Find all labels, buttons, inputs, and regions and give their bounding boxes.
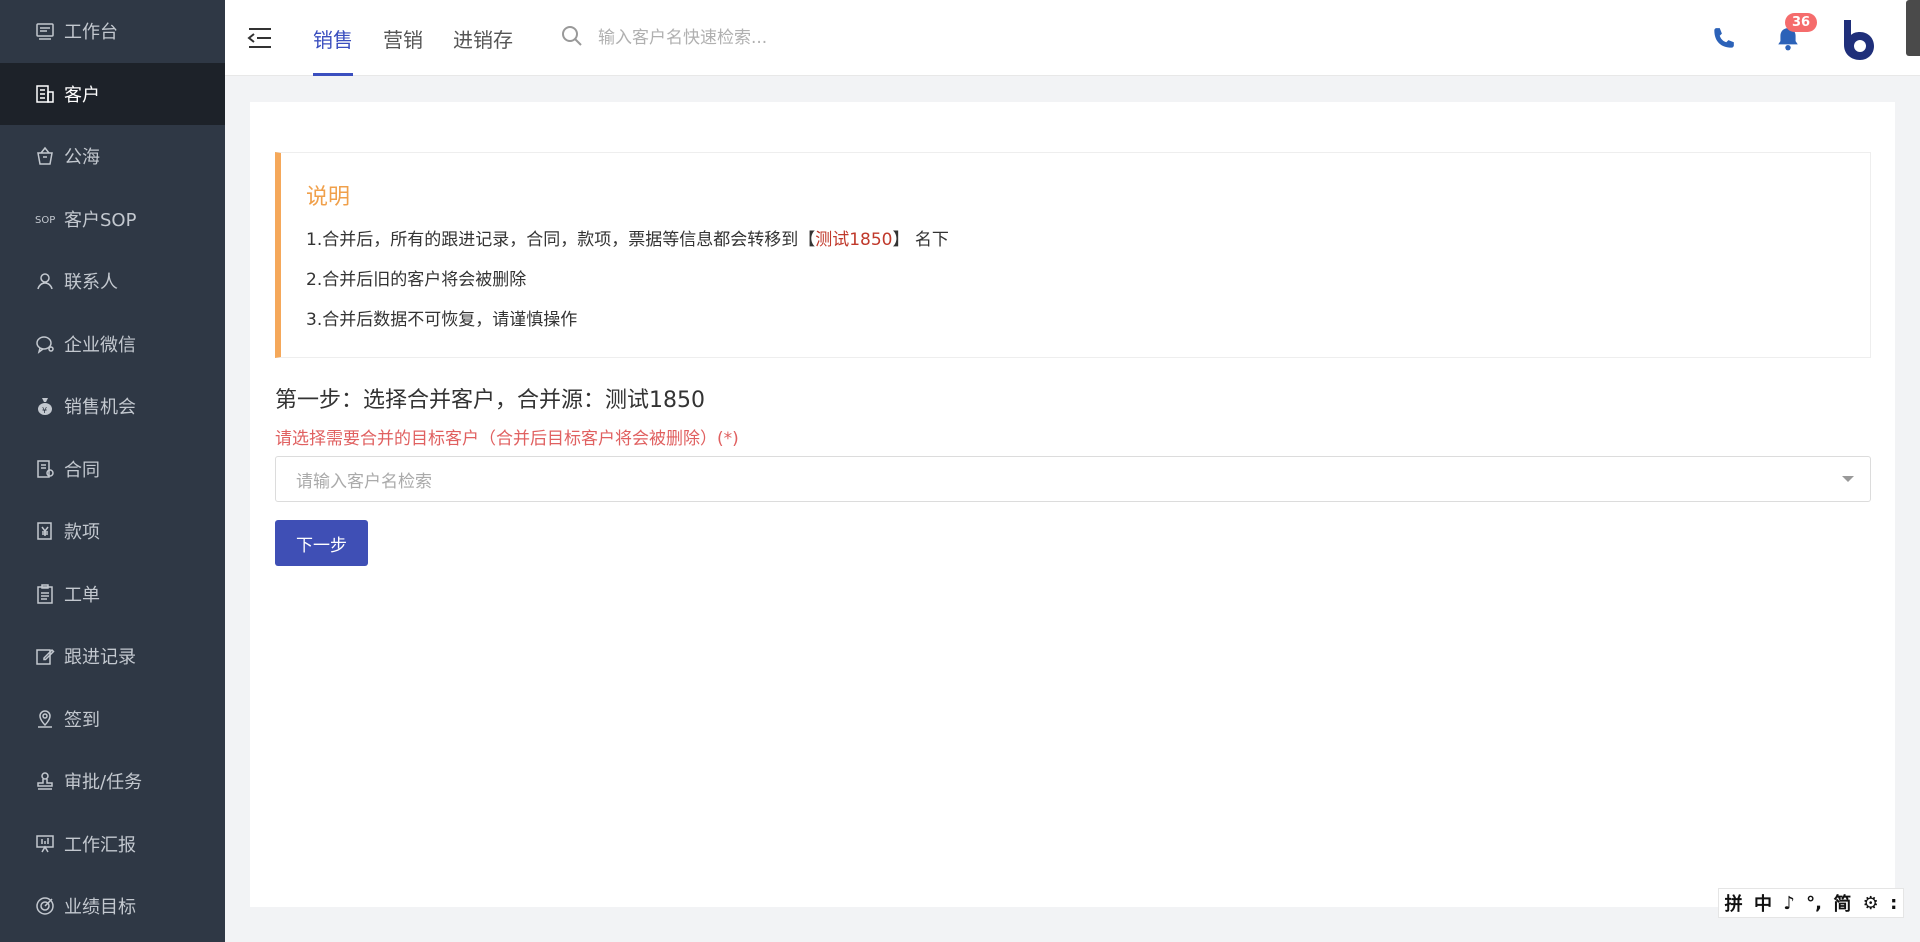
sidebar-item-customer-sop[interactable]: SOP 客户SOP bbox=[0, 188, 225, 251]
sidebar-item-contract[interactable]: 合同 bbox=[0, 438, 225, 501]
sidebar-item-label: 款项 bbox=[64, 522, 100, 544]
sidebar-item-public-pool[interactable]: 公海 bbox=[0, 125, 225, 188]
notice-line-1: 1.合并后，所有的跟进记录，合同，款项，票据等信息都会转移到【测试1850】 名… bbox=[306, 225, 949, 250]
sidebar-item-label: 工作台 bbox=[64, 22, 118, 44]
sidebar-item-check-in[interactable]: 签到 bbox=[0, 688, 225, 751]
chat-icon bbox=[34, 333, 56, 355]
ime-punctuation-icon[interactable]: °, bbox=[1806, 893, 1822, 914]
notice-line-2: 2.合并后旧的客户将会被删除 bbox=[306, 270, 527, 290]
search-input[interactable] bbox=[598, 28, 898, 48]
tab-marketing[interactable]: 营销 bbox=[383, 0, 423, 76]
notice-line-1-text: 1.合并后，所有的跟进记录，合同，款项，票据等信息都会转移到【 bbox=[306, 230, 816, 250]
merge-customer-card: 说明 1.合并后，所有的跟进记录，合同，款项，票据等信息都会转移到【测试1850… bbox=[250, 102, 1895, 907]
sidebar-item-label: 工单 bbox=[64, 584, 100, 606]
tab-sales[interactable]: 销售 bbox=[313, 0, 353, 76]
presentation-icon bbox=[34, 833, 56, 855]
top-bar: 销售 营销 进销存 36 bbox=[225, 0, 1920, 76]
sidebar-item-sales-opportunity[interactable]: ¥ 销售机会 bbox=[0, 375, 225, 438]
sidebar-item-wecom[interactable]: 企业微信 bbox=[0, 313, 225, 376]
sidebar-item-payments[interactable]: 款项 bbox=[0, 500, 225, 563]
edit-icon bbox=[34, 645, 56, 667]
sidebar-item-label: 联系人 bbox=[64, 272, 118, 294]
select-placeholder: 请输入客户名检索 bbox=[296, 471, 432, 492]
caret-down-icon bbox=[1842, 476, 1854, 482]
sidebar-item-label: 签到 bbox=[64, 709, 100, 731]
sidebar-item-follow-up[interactable]: 跟进记录 bbox=[0, 625, 225, 688]
sidebar-item-label: 客户 bbox=[64, 84, 100, 106]
sidebar-item-label: 客户SOP bbox=[64, 209, 137, 231]
sidebar-item-label: 工作汇报 bbox=[64, 834, 136, 856]
clipboard-icon bbox=[34, 583, 56, 605]
window-edge bbox=[1906, 0, 1920, 56]
payment-icon bbox=[34, 520, 56, 542]
tab-inventory[interactable]: 进销存 bbox=[453, 0, 513, 76]
sidebar-item-work-order[interactable]: 工单 bbox=[0, 563, 225, 626]
ime-chinese-mode[interactable]: 中 bbox=[1754, 890, 1772, 916]
sidebar-item-customer[interactable]: 客户 bbox=[0, 62, 225, 125]
notification-badge: 36 bbox=[1785, 13, 1818, 32]
sop-icon: SOP bbox=[34, 208, 56, 230]
target-icon bbox=[34, 895, 56, 917]
menu-collapse-icon[interactable] bbox=[247, 26, 273, 50]
notice-box: 说明 1.合并后，所有的跟进记录，合同，款项，票据等信息都会转移到【测试1850… bbox=[275, 152, 1871, 358]
ime-simplified-mode[interactable]: 简 bbox=[1833, 890, 1851, 916]
notice-line-1-suffix: 】 名下 bbox=[892, 230, 949, 250]
notice-title: 说明 bbox=[306, 185, 351, 210]
svg-text:SOP: SOP bbox=[35, 215, 55, 226]
ime-toolbar: 拼 中 ♪ °, 简 ⚙ : bbox=[1718, 888, 1904, 918]
sidebar: 工作台 客户 公海 SOP 客户SOP 联系人 企业微信 ¥ 销售机会 合同 款… bbox=[0, 0, 225, 942]
ime-moon-icon[interactable]: ♪ bbox=[1783, 893, 1795, 914]
sidebar-item-label: 业绩目标 bbox=[64, 897, 136, 919]
sidebar-item-label: 合同 bbox=[64, 459, 100, 481]
ime-settings-icon[interactable]: ⚙ bbox=[1863, 893, 1879, 914]
basket-icon bbox=[34, 145, 56, 167]
target-customer-select[interactable]: 请输入客户名检索 bbox=[275, 456, 1871, 502]
brand-logo bbox=[1840, 18, 1878, 60]
sidebar-item-label: 销售机会 bbox=[64, 397, 136, 419]
sidebar-item-performance-goal[interactable]: 业绩目标 bbox=[0, 875, 225, 938]
sidebar-item-contacts[interactable]: 联系人 bbox=[0, 250, 225, 313]
step-title: 第一步：选择合并客户，合并源：测试1850 bbox=[275, 388, 705, 413]
sidebar-item-label: 公海 bbox=[64, 147, 100, 169]
sidebar-item-work-report[interactable]: 工作汇报 bbox=[0, 813, 225, 876]
stamp-icon bbox=[34, 770, 56, 792]
sidebar-item-label: 企业微信 bbox=[64, 334, 136, 356]
source-customer-name: 测试1850 bbox=[815, 230, 893, 250]
ime-more-icon[interactable]: : bbox=[1890, 893, 1897, 914]
dashboard-icon bbox=[34, 20, 56, 42]
notice-line-3: 3.合并后数据不可恢复，请谨慎操作 bbox=[306, 310, 578, 330]
svg-text:¥: ¥ bbox=[42, 406, 47, 415]
main-tabs: 销售 营销 进销存 bbox=[313, 0, 543, 76]
money-bag-icon: ¥ bbox=[34, 395, 56, 417]
location-icon bbox=[34, 708, 56, 730]
building-icon bbox=[34, 83, 56, 105]
quick-search bbox=[560, 24, 898, 52]
required-hint: 请选择需要合并的目标客户（合并后目标客户将会被删除）(*) bbox=[275, 429, 739, 449]
phone-icon[interactable] bbox=[1710, 26, 1736, 52]
sidebar-item-approval[interactable]: 审批/任务 bbox=[0, 750, 225, 813]
contract-icon bbox=[34, 458, 56, 480]
ime-pinyin-icon[interactable]: 拼 bbox=[1725, 890, 1743, 916]
sidebar-item-label: 跟进记录 bbox=[64, 647, 136, 669]
sidebar-item-workbench[interactable]: 工作台 bbox=[0, 0, 225, 63]
person-icon bbox=[34, 270, 56, 292]
search-icon bbox=[560, 24, 598, 52]
next-step-button[interactable]: 下一步 bbox=[275, 520, 368, 566]
sidebar-item-label: 审批/任务 bbox=[64, 772, 143, 794]
